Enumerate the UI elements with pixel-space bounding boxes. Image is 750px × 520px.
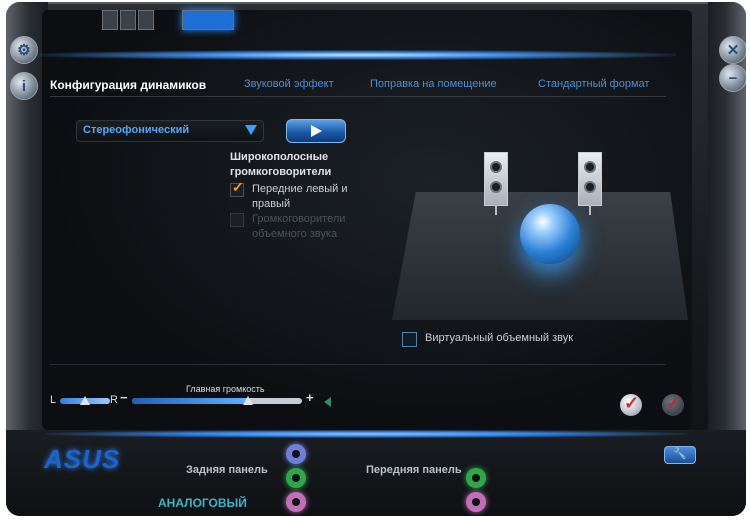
listener-orb bbox=[520, 204, 580, 264]
play-icon bbox=[311, 125, 322, 137]
close-icon[interactable]: ✕ bbox=[719, 36, 746, 64]
rear-jack-green[interactable] bbox=[286, 468, 306, 488]
apply-button[interactable]: ✓ bbox=[620, 393, 642, 416]
analog-label: АНАЛОГОВЫЙ bbox=[158, 496, 247, 510]
front-lr-checkbox[interactable]: ✓ bbox=[230, 179, 244, 197]
master-volume-title: Главная громкость bbox=[186, 384, 265, 394]
right-speaker-icon[interactable] bbox=[578, 152, 602, 215]
top-glow-divider bbox=[36, 50, 676, 60]
volume-minus[interactable]: − bbox=[120, 390, 128, 405]
check-icon: ✓ bbox=[232, 179, 244, 195]
tab-room-correction[interactable]: Поправка на помещение bbox=[370, 78, 497, 90]
device-tab[interactable] bbox=[120, 10, 136, 30]
reset-button[interactable]: ✓ bbox=[662, 393, 684, 416]
top-device-tabs bbox=[102, 10, 234, 34]
device-tab[interactable] bbox=[138, 10, 154, 30]
rear-panel-label: Задняя панель bbox=[186, 464, 268, 476]
front-jack-green[interactable] bbox=[466, 468, 486, 488]
front-jack-pink[interactable] bbox=[466, 492, 486, 512]
surround-checkbox bbox=[230, 213, 244, 227]
speaker-volume-icon[interactable] bbox=[324, 397, 331, 407]
tab-sound-effect[interactable]: Звуковой эффект bbox=[244, 78, 334, 90]
app-window: ⚙ i ✕ − Конфигурация динамиков Звуковой … bbox=[0, 0, 750, 520]
surround-label: Громкоговорители объемного звука bbox=[252, 213, 346, 240]
master-volume-thumb[interactable] bbox=[242, 396, 253, 405]
front-lr-label: Передние левый и правый bbox=[252, 183, 348, 210]
minimize-icon[interactable]: − bbox=[719, 64, 746, 92]
audio-manager-panel: ⚙ i ✕ − Конфигурация динамиков Звуковой … bbox=[6, 2, 746, 516]
wrench-icon: 🔧 bbox=[673, 448, 687, 460]
virtual-surround-checkbox[interactable] bbox=[402, 332, 417, 347]
bottom-glow-divider bbox=[46, 430, 686, 438]
balance-right-label: R bbox=[110, 394, 118, 406]
chevron-down-icon bbox=[245, 125, 257, 135]
balance-left-label: L bbox=[50, 394, 57, 406]
virtual-surround-label: Виртуальный объемный звук bbox=[425, 332, 574, 344]
volume-plus[interactable]: + bbox=[306, 390, 314, 405]
divider bbox=[50, 364, 666, 365]
gear-icon[interactable]: ⚙ bbox=[10, 36, 38, 64]
check-icon: ✓ bbox=[624, 393, 640, 413]
play-test-button[interactable] bbox=[286, 119, 346, 143]
balance-thumb[interactable] bbox=[80, 396, 90, 405]
tab-speaker-config[interactable]: Конфигурация динамиков bbox=[50, 78, 206, 92]
rear-jack-blue[interactable] bbox=[286, 444, 306, 464]
master-volume-fill bbox=[132, 398, 248, 404]
tab-default-format[interactable]: Стандартный формат bbox=[538, 78, 649, 90]
fullrange-heading: Широкополосные громкоговорители bbox=[230, 151, 332, 178]
speaker-mode-value: Стереофонический bbox=[83, 124, 190, 136]
check-icon: ✓ bbox=[666, 393, 682, 413]
left-speaker-icon[interactable] bbox=[484, 152, 508, 215]
info-icon[interactable]: i bbox=[10, 72, 38, 100]
rear-jack-pink[interactable] bbox=[286, 492, 306, 512]
tab-bar: Конфигурация динамиков Звуковой эффект П… bbox=[50, 74, 666, 97]
asus-logo: ASUS bbox=[44, 444, 121, 474]
device-tab[interactable] bbox=[102, 10, 118, 30]
device-tab-active[interactable] bbox=[182, 10, 234, 30]
speaker-mode-select[interactable]: Стереофонический bbox=[76, 120, 264, 142]
bottom-panel: ASUS Задняя панель Передняя панель АНАЛО… bbox=[6, 430, 746, 516]
front-panel-label: Передняя панель bbox=[366, 464, 462, 476]
connector-settings-button[interactable]: 🔧 bbox=[664, 446, 696, 464]
